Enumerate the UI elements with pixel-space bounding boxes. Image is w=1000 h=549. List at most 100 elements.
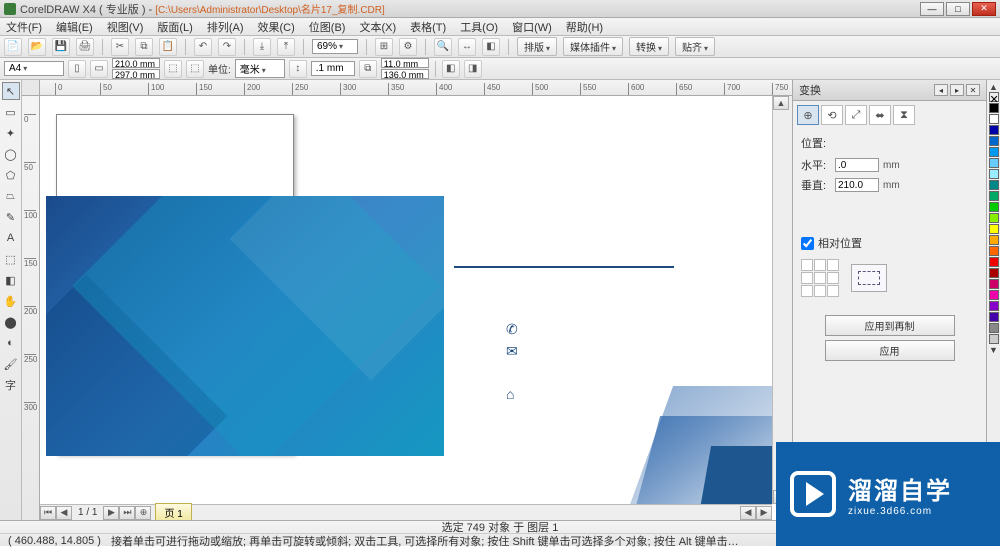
menu-help[interactable]: 帮助(H) [566,19,603,35]
transform-dropdown[interactable]: 转换 [629,37,669,56]
cut-icon[interactable]: ✂ [111,38,129,56]
apply-copy-button[interactable]: 应用到再制 [825,315,955,336]
pick-tool-icon[interactable]: ↖ [2,82,20,100]
color-swatch[interactable] [989,224,999,234]
smart-tool-icon[interactable]: ⏢ [2,187,20,205]
scroll-left-icon[interactable]: ◀ [740,506,756,520]
scroll-up-icon[interactable]: ▲ [773,96,789,110]
color-swatch[interactable] [989,334,999,344]
save-icon[interactable]: 💾 [52,38,70,56]
snap-icon[interactable]: ⊞ [375,38,393,56]
color-swatch[interactable] [989,125,999,135]
menu-file[interactable]: 文件(F) [6,19,42,35]
color-swatch[interactable] [989,312,999,322]
search-icon[interactable]: 🔍 [434,38,452,56]
menu-text[interactable]: 文本(X) [359,19,396,35]
docker-close-icon[interactable]: ✕ [966,84,980,96]
palette-up-icon[interactable]: ▲ [989,82,998,92]
freehand-tool-icon[interactable]: ⬠ [2,166,20,184]
add-page-icon[interactable]: ⊕ [135,506,151,520]
divider-line[interactable] [454,266,674,268]
size-tab-icon[interactable]: ⬌ [869,105,891,125]
canvas[interactable]: ✆ ✉ ⌂ [40,96,772,504]
ruler-origin[interactable] [22,80,40,96]
color-swatch[interactable] [989,246,999,256]
scroll-right-icon[interactable]: ▶ [756,506,772,520]
menu-view[interactable]: 视图(V) [107,19,144,35]
palette-down-icon[interactable]: ▼ [989,345,998,355]
color-swatch[interactable] [989,301,999,311]
menu-layout[interactable]: 版面(L) [157,19,192,35]
shape-tool-icon[interactable]: ▭ [2,103,20,121]
text-tool-icon[interactable]: ✋ [2,292,20,310]
close-button[interactable]: ✕ [972,2,996,16]
color-swatch[interactable] [989,257,999,267]
zoom-tool-icon[interactable]: ◯ [2,145,20,163]
dup-x[interactable]: 11.0 mm [381,58,429,68]
artwork-group[interactable] [46,196,444,456]
connector-icon[interactable]: ↔ [458,38,476,56]
redo-icon[interactable]: ↷ [218,38,236,56]
crop-tool-icon[interactable]: ✦ [2,124,20,142]
color-swatch[interactable] [989,202,999,212]
new-icon[interactable]: 📄 [4,38,22,56]
misc-icon[interactable]: ◧ [482,38,500,56]
portrait-icon[interactable]: ▯ [68,60,86,78]
import-icon[interactable]: ⤓ [253,38,271,56]
color-swatch[interactable] [989,147,999,157]
color-swatch[interactable] [989,235,999,245]
phone-icon[interactable]: ✆ [506,321,518,338]
copy-icon[interactable]: ⧉ [135,38,153,56]
paste-icon[interactable]: 📋 [159,38,177,56]
menu-window[interactable]: 窗口(W) [512,19,552,35]
orient-button[interactable]: ⬚ [164,60,182,78]
page-width[interactable]: 210.0 mm [112,58,160,68]
color-swatch[interactable] [989,136,999,146]
print-icon[interactable]: 🖨 [76,38,94,56]
docker-prev-icon[interactable]: ◂ [934,84,948,96]
next-page-icon[interactable]: ▶ [103,506,119,520]
misc-prop-icon[interactable]: ◧ [442,60,460,78]
docker-titlebar[interactable]: 变换 ◂ ▸ ✕ [793,80,986,101]
home-icon[interactable]: ⌂ [506,386,514,402]
welcome-dropdown[interactable]: 媒体插件 [563,37,623,56]
mail-icon[interactable]: ✉ [506,343,518,360]
menu-bitmap[interactable]: 位图(B) [309,19,346,35]
rectangle-tool-icon[interactable]: ✎ [2,208,20,226]
menu-arrange[interactable]: 排列(A) [207,19,244,35]
h-input[interactable] [835,158,879,172]
color-swatch[interactable] [989,323,999,333]
color-swatch[interactable] [989,268,999,278]
open-icon[interactable]: 📂 [28,38,46,56]
landscape-icon[interactable]: ▭ [90,60,108,78]
basic-shape-tool-icon[interactable]: ◧ [2,271,20,289]
nudge-icon[interactable]: ↕ [289,60,307,78]
zoom-level[interactable]: 69% [312,39,358,54]
publish-dropdown[interactable]: 排版 [517,37,557,56]
position-tab-icon[interactable]: ⊕ [797,105,819,125]
anchor-grid[interactable] [801,259,839,297]
no-color-swatch[interactable]: ✕ [989,92,999,102]
menu-table[interactable]: 表格(T) [410,19,446,35]
misc-prop-icon2[interactable]: ◨ [464,60,482,78]
rotate-tab-icon[interactable]: ⟲ [821,105,843,125]
apply-button[interactable]: 应用 [825,340,955,361]
docker-next-icon[interactable]: ▸ [950,84,964,96]
color-swatch[interactable] [989,180,999,190]
undo-icon[interactable]: ↶ [194,38,212,56]
scale-tab-icon[interactable]: ⤢ [845,105,867,125]
export-icon[interactable]: ⤒ [277,38,295,56]
v-input[interactable] [835,178,879,192]
color-swatch[interactable] [989,290,999,300]
minimize-button[interactable]: — [920,2,944,16]
outline-tool-icon[interactable]: 字 [2,376,20,394]
corner-artwork[interactable] [604,366,772,504]
polygon-tool-icon[interactable]: ⬚ [2,250,20,268]
color-swatch[interactable] [989,114,999,124]
relative-position-checkbox[interactable]: 相对位置 [801,235,978,251]
ellipse-tool-icon[interactable]: A [2,229,20,247]
menu-effects[interactable]: 效果(C) [258,19,295,35]
color-swatch[interactable] [989,158,999,168]
eyedropper-tool-icon[interactable]: 🖌 [2,355,20,373]
horizontal-ruler[interactable]: 0 50 100 150 200 250 300 350 400 450 500… [40,80,792,96]
